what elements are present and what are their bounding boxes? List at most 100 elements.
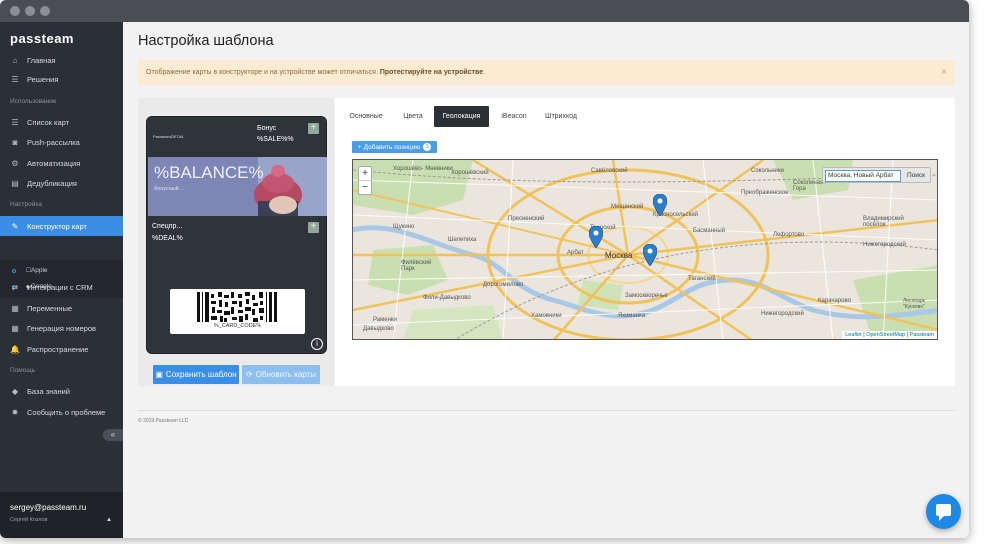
sidebar-item-variables[interactable]: ▦ Переменные (0, 298, 123, 318)
map-label-arbat: Арбат (567, 250, 584, 256)
passteam-link[interactable]: Passteam (910, 332, 934, 338)
book-icon: ◆ (11, 386, 19, 396)
card-preview-panel: PassteamDETAIL Бонус %SALE%% + %BALANCE% (138, 98, 334, 386)
subnav-item-apple[interactable]:  Apple (12, 267, 48, 274)
map-marker-icon[interactable] (589, 226, 603, 248)
sidebar-item-solutions[interactable]: ☰ Решения (0, 69, 123, 89)
sidebar-item-label: База знаний (27, 386, 70, 396)
card-strip-image[interactable]: %BALANCE% бонусный ... (148, 157, 327, 216)
add-position-label: Добавить позицию (363, 143, 421, 151)
map-label-lesopark: Лесопарк "Кусково" (903, 298, 925, 310)
sidebar-item-label: Автоматизация (27, 158, 81, 168)
list-icon: ☰ (11, 117, 19, 127)
tab-barcode[interactable]: Штрихкод (539, 106, 583, 127)
alert-banner: Отображение карты в конструкторе и на ус… (138, 60, 955, 85)
card-secondary-value[interactable]: %DEAL% (152, 235, 183, 242)
sidebar-item-label: Дедубликация (27, 178, 77, 188)
map-search-box: Москва, Новый Арбат Поиск (822, 167, 931, 183)
card-secondary-label[interactable]: Спецпр... (152, 223, 182, 230)
close-icon[interactable]: × (941, 60, 947, 85)
geolocation-map[interactable]: Хорошёво- Мневники Хорошёвский Савёловск… (352, 159, 938, 340)
save-template-label: Сохранить шаблон (165, 370, 237, 379)
card-balance-sub: бонусный ... (154, 186, 185, 192)
sidebar-item-knowledge[interactable]: ◆ База знаний (0, 381, 123, 401)
add-secondary-field-button[interactable]: + (308, 222, 319, 233)
sidebar-item-card-builder[interactable]: ✎ Конструктор карт (0, 216, 123, 236)
bug-icon: ✹ (11, 407, 19, 417)
sidebar-item-label: Решения (27, 74, 59, 84)
card-balance: %BALANCE% (154, 163, 264, 182)
map-label-presnensky: Пресненский (508, 216, 545, 222)
map-label-khoroshevsky: Хорошёвский (451, 170, 489, 176)
refresh-cards-label: Обновить карты (255, 370, 316, 379)
map-label-sokolinaya: Соколиная Гора (793, 180, 824, 192)
leaflet-link[interactable]: Leaflet (845, 332, 862, 338)
card-header-label[interactable]: Бонус (257, 125, 276, 132)
main-content: Настройка шаблона Отображение карты в ко… (123, 22, 969, 538)
sidebar-item-label: Генерация номеров (27, 323, 96, 333)
tab-geolocation[interactable]: Геолокация (434, 106, 489, 127)
zoom-out-button[interactable]: − (359, 181, 371, 195)
card-preview: PassteamDETAIL Бонус %SALE%% + %BALANCE% (146, 116, 327, 354)
sidebar-section-settings: Настройка (10, 201, 42, 208)
barcode-image (197, 292, 277, 322)
add-header-field-button[interactable]: + (308, 123, 319, 134)
map-label-moskva: Москва (605, 251, 633, 260)
sidebar-item-label: Главная (27, 55, 56, 65)
chat-button[interactable] (926, 494, 961, 529)
position-count-badge: 3 (423, 143, 432, 151)
add-position-button[interactable]: + Добавить позицию 3 (352, 141, 437, 153)
sidebar-item-dedup[interactable]: ▤ Дедубликация (0, 173, 123, 193)
refresh-cards-button[interactable]: ⟳ Обновить карты (242, 365, 320, 384)
copyright: © 2019 Passteam LLC (138, 418, 189, 424)
grid-icon: ▦ (11, 323, 19, 333)
sidebar-item-label: Список карт (27, 117, 70, 127)
user-menu[interactable]: sergey@passteam.ru Сергей Козлов ▲ (0, 492, 123, 538)
sidebar-item-label: Интеграции с CRM (27, 282, 93, 292)
map-label-shelepikha: Шелепиха (448, 237, 477, 243)
map-label-lefortovo: Лефортово (773, 232, 805, 238)
sidebar-item-crm[interactable]: ⇄ Интеграции с CRM (0, 277, 123, 297)
sidebar-item-label: Конструктор карт (27, 221, 87, 231)
collapse-sidebar-button[interactable]: « (103, 429, 123, 441)
map-attribution: Leaflet | OpenStreetMap | Passteam (842, 331, 937, 339)
map-marker-icon[interactable] (653, 194, 667, 216)
caret-up-icon[interactable]: ▲ (106, 517, 112, 523)
map-label-ramenki: Раменки (373, 317, 397, 323)
minimize-window-button[interactable] (25, 6, 35, 16)
tab-colors[interactable]: Цвета (397, 106, 429, 127)
logo: passteam (10, 31, 74, 46)
footer-divider (138, 410, 955, 411)
sidebar-item-report[interactable]: ✹ Сообщить о проблеме (0, 402, 123, 422)
sidebar-item-number-gen[interactable]: ▦ Генерация номеров (0, 318, 123, 338)
barcode[interactable]: %_CARD_CODE% (170, 289, 305, 334)
sidebar-item-card-list[interactable]: ☰ Список карт (0, 112, 123, 132)
maximize-window-button[interactable] (40, 6, 50, 16)
map-label-vladimirsky: Владимирский посёлок (863, 216, 904, 228)
chat-icon (936, 504, 951, 521)
map-marker-icon[interactable] (643, 244, 657, 266)
close-window-button[interactable] (10, 6, 20, 16)
sidebar-item-push[interactable]: ◙ Push-рассылка (0, 132, 123, 152)
tab-basic[interactable]: Основные (345, 106, 387, 127)
grid-icon: ▦ (11, 303, 19, 313)
zoom-in-button[interactable]: + (359, 167, 371, 181)
osm-link[interactable]: OpenStreetMap (866, 332, 905, 338)
sidebar-item-home[interactable]: ⌂ Главная (0, 50, 123, 70)
map-label-meshchansky: Мещанский (611, 204, 644, 210)
info-icon[interactable]: i (311, 338, 323, 350)
sidebar-item-automation[interactable]: ⚙ Автоматизация (0, 153, 123, 173)
map-label-savelovsky: Савёловский (591, 168, 628, 174)
sidebar-item-distribution[interactable]: 🔔 Распространение (0, 339, 123, 359)
map-label-shchukino: Щукино (393, 224, 415, 230)
map-label-davydkovo: Давыдково (363, 326, 394, 332)
map-search-button[interactable]: Поиск (903, 170, 929, 182)
tab-ibeacon[interactable]: iBeacon (494, 106, 534, 127)
map-search-input[interactable]: Москва, Новый Арбат (825, 170, 901, 182)
save-template-button[interactable]: ▣ Сохранить шаблон (153, 365, 239, 384)
swap-icon: ⇄ (11, 282, 19, 292)
sidebar: passteam ⌂ Главная ☰ Решения Использован… (0, 22, 123, 538)
alert-bold-text: Протестируйте на устройстве (379, 69, 484, 76)
home-icon: ⌂ (12, 55, 18, 65)
card-header-value[interactable]: %SALE%% (257, 136, 294, 143)
